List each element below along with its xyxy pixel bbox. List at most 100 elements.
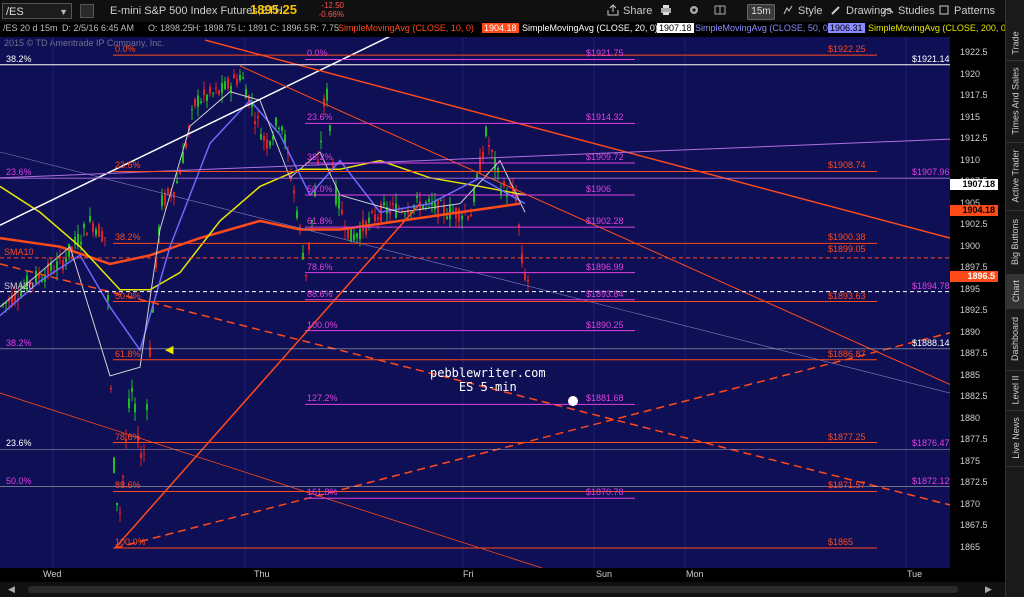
price-label-white: $1888.14 <box>912 337 950 348</box>
price-label-magenta: $1914.32 <box>586 112 624 123</box>
price-tick: 1895 <box>960 283 981 294</box>
scroll-track[interactable] <box>28 586 958 593</box>
candle-body <box>173 191 175 198</box>
sma50-line <box>0 159 526 291</box>
moving-averages <box>0 91 526 377</box>
sma20-legend: SimpleMovingAvg (CLOSE, 20, 0) <box>522 23 658 33</box>
tab-active-trader[interactable]: Active Trader <box>1006 142 1024 211</box>
candle-body <box>113 457 115 473</box>
symbol-selector[interactable]: /ES ▼ <box>2 3 72 19</box>
fib-label-magenta: 0.0% <box>307 48 328 59</box>
tab-big-buttons[interactable]: Big Buttons <box>1006 210 1024 275</box>
tab-live-news[interactable]: Live News <box>1006 410 1024 467</box>
scroll-left-icon[interactable]: ◀ <box>8 584 18 594</box>
candle-body <box>239 74 241 81</box>
fibonacci-levels <box>113 54 877 549</box>
candle-body <box>107 295 109 301</box>
chart-scrollbar[interactable]: ◀ ▶ <box>0 582 1005 597</box>
patterns-button[interactable]: Patterns <box>938 3 995 19</box>
candle-body <box>110 387 112 390</box>
candle-body <box>341 209 343 215</box>
studies-button[interactable]: Studies <box>882 3 935 19</box>
tab-level-ii[interactable]: Level II <box>1006 370 1024 411</box>
candle-body <box>281 126 283 131</box>
fib-label-magenta: 88.6% <box>307 288 333 299</box>
price-tick: 1902.5 <box>960 219 988 230</box>
price-tick: 1920 <box>960 68 981 79</box>
candle-body <box>83 223 85 228</box>
watermark-sub: ES 5-min <box>458 380 517 394</box>
layout-icon <box>714 5 726 15</box>
candle-body <box>131 387 133 392</box>
candle-body <box>329 125 331 131</box>
candle-body <box>242 77 244 79</box>
fib-label-magenta: 38.2% <box>307 152 333 163</box>
tab-times-and-sales[interactable]: Times And Sales <box>1006 60 1024 143</box>
candle-body <box>149 346 151 357</box>
candle-body <box>440 200 442 202</box>
price-axis[interactable]: 1922.519201917.519151912.519101907.51905… <box>950 37 1005 568</box>
candle-body <box>119 511 121 514</box>
bar-range: R: 7.75 <box>310 23 340 33</box>
price-tick: 1917.5 <box>960 90 988 101</box>
candle-body <box>80 241 82 245</box>
price-label-magenta: $1906 <box>586 184 612 195</box>
style-button[interactable]: Style <box>782 3 822 19</box>
x-label-mon: Mon <box>686 569 704 579</box>
candle-body <box>224 81 226 90</box>
price-label-magenta: $1921.75 <box>586 48 624 59</box>
candle-body <box>377 216 379 220</box>
candle-body <box>161 194 163 207</box>
last-price: 1895.25 <box>250 2 297 17</box>
print-icon <box>661 5 671 15</box>
candle-body <box>353 234 355 241</box>
timeframe-selector[interactable]: 15m <box>747 4 775 20</box>
candle-body <box>122 475 124 478</box>
layout-button[interactable] <box>714 3 730 19</box>
cursor-dot[interactable] <box>568 396 578 406</box>
symbol-link-icon[interactable] <box>80 4 94 18</box>
candle-body <box>374 214 376 222</box>
price-tick: 1877.5 <box>960 434 988 445</box>
candle-body <box>254 120 256 125</box>
price-tick: 1890 <box>960 326 981 337</box>
sma20-line <box>0 99 526 352</box>
time-axis[interactable]: Wed Thu Fri Sun Mon Tue <box>0 568 1005 582</box>
sma50-legend: SimpleMovingAvg (CLOSE, 50, 0) <box>695 23 831 33</box>
candle-body <box>296 210 298 218</box>
share-button[interactable]: Share <box>607 3 652 19</box>
tab-label: Active Trader <box>1010 149 1021 203</box>
x-label-wed: Wed <box>43 569 62 579</box>
sma20-label: SMA20 <box>4 280 34 291</box>
scroll-right-icon[interactable]: ▶ <box>985 584 995 594</box>
price-label-red: $1886.87 <box>828 348 866 359</box>
candle-body <box>323 98 325 107</box>
candle-body <box>425 202 427 204</box>
price-change-value: -12.50 <box>321 1 344 10</box>
price-chart[interactable]: 2015 © TD Ameritrade IP Company, Inc. 0.… <box>0 37 950 568</box>
candle-body <box>86 232 88 236</box>
downtrend-line-red <box>204 39 950 239</box>
candle-body <box>416 195 418 199</box>
settings-button[interactable] <box>688 3 704 19</box>
candle-body <box>461 215 463 220</box>
candle-body <box>527 279 529 282</box>
candle-body <box>404 213 406 215</box>
price-tick: 1880 <box>960 412 981 423</box>
fib-label-red: 100.0% <box>115 537 146 547</box>
price-tick: 1882.5 <box>960 391 988 402</box>
bar-date: D: 2/5/16 6:45 AM <box>62 23 135 33</box>
tab-dashboard[interactable]: Dashboard <box>1006 308 1024 371</box>
price-tag: 1896.5 <box>950 270 998 282</box>
sma10-label: SMA10 <box>4 246 34 257</box>
tab-chart[interactable]: Chart <box>1006 274 1024 309</box>
candle-body <box>200 101 202 103</box>
candle-body <box>494 157 496 171</box>
candle-body <box>203 89 205 96</box>
tab-trade[interactable]: Trade <box>1006 26 1024 61</box>
print-button[interactable] <box>660 3 676 19</box>
fib-label-magenta: 100.0% <box>307 319 338 330</box>
fib-label-left: 23.6% <box>6 438 32 449</box>
price-tick: 1885 <box>960 369 981 380</box>
candle-body <box>218 90 220 95</box>
